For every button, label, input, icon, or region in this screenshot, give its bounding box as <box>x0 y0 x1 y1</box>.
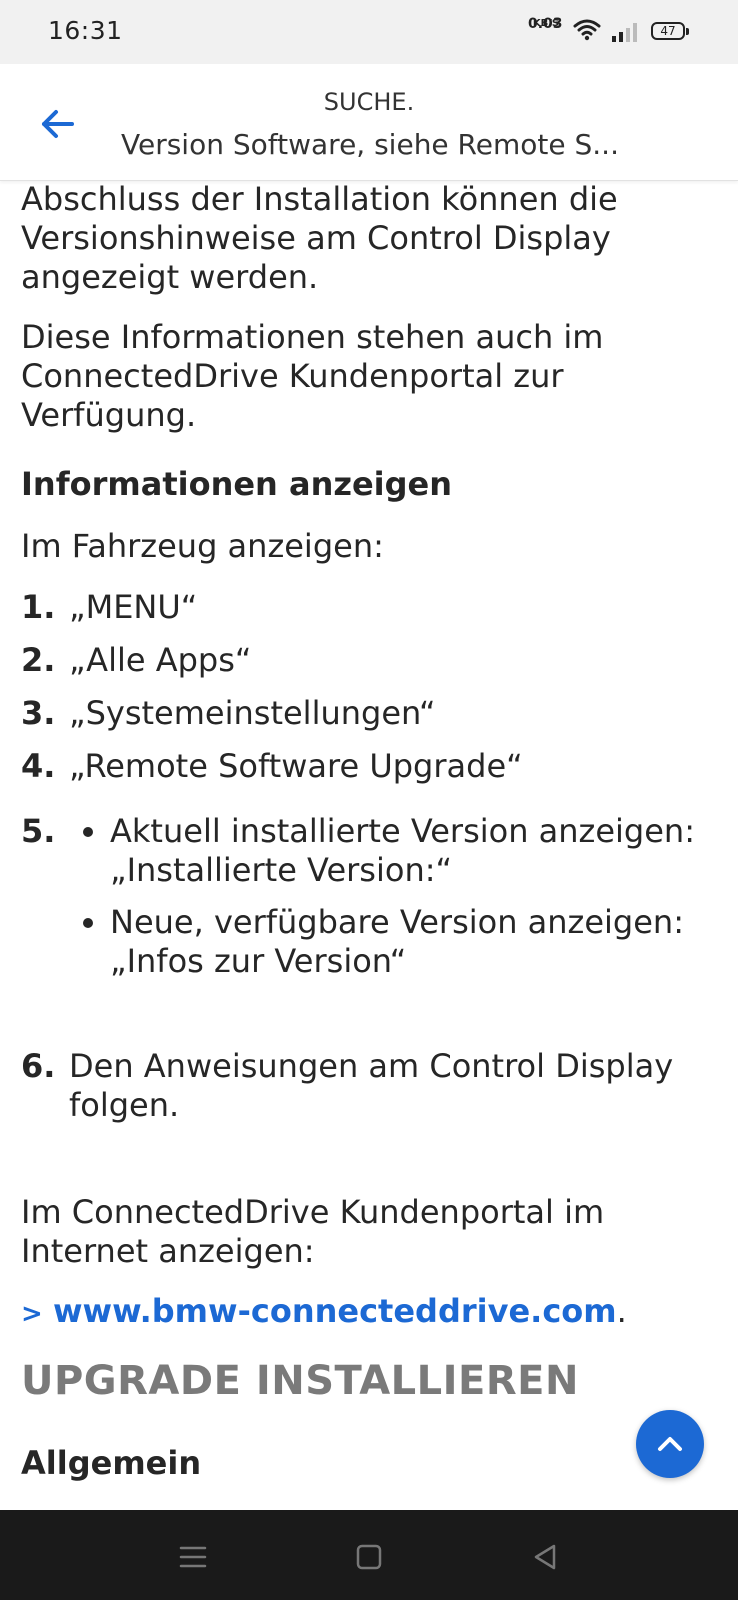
menu-icon[interactable] <box>178 1542 208 1572</box>
intro-line: Abschluss der Installation können die <box>21 180 618 218</box>
header-subtitle: SUCHE. <box>323 88 415 116</box>
intro-line: angezeigt werden. <box>21 258 319 296</box>
step-text: „Remote Software Upgrade“ <box>69 747 523 785</box>
step-number: 5. <box>21 812 56 850</box>
bullet-line: „Installierte Version:“ <box>110 851 453 889</box>
portal-line: ConnectedDrive Kundenportal zur <box>21 357 564 395</box>
link-text[interactable]: www.bmw-connecteddrive.com <box>53 1292 617 1330</box>
status-bar: 16:31 0.03 KB/S 47 <box>0 0 738 64</box>
bullet-icon <box>83 827 93 837</box>
step-text: Den Anweisungen am Control Display <box>69 1047 674 1085</box>
step-number: 3. <box>21 694 56 732</box>
intro-line: Versionshinweise am Control Display <box>21 219 611 257</box>
battery-icon: 47 <box>651 22 689 40</box>
signal-icon <box>612 22 640 46</box>
bullet-line: Neue, verfügbare Version anzeigen: <box>110 903 684 941</box>
network-speed-value: 0.03 <box>528 16 563 32</box>
step-text: folgen. <box>69 1086 180 1124</box>
external-link[interactable]: > www.bmw-connecteddrive.com. <box>21 1292 627 1334</box>
bullet-icon <box>83 918 93 928</box>
step-number: 2. <box>21 641 56 679</box>
step-number: 6. <box>21 1047 56 1085</box>
page-title: Version Software, siehe Remote S... <box>121 128 619 161</box>
sub-heading: Allgemein <box>21 1444 202 1482</box>
status-time: 16:31 <box>48 16 123 45</box>
internet-paragraph: Im ConnectedDrive Kundenportal im Intern… <box>21 1193 721 1271</box>
network-speed: 0.03 KB/S <box>528 16 564 32</box>
system-nav-bar <box>0 1510 738 1600</box>
intro-paragraph: Abschluss der Installation können die Ve… <box>21 180 721 297</box>
step-text: „MENU“ <box>69 588 198 626</box>
bullet-line: Aktuell installierte Version anzeigen: <box>110 812 695 850</box>
internet-line: Internet anzeigen: <box>21 1232 315 1270</box>
back-icon[interactable] <box>530 1542 560 1572</box>
home-icon[interactable] <box>354 1542 384 1572</box>
in-vehicle-label: Im Fahrzeug anzeigen: <box>21 527 384 565</box>
info-heading: Informationen anzeigen <box>21 465 453 503</box>
wifi-icon <box>573 19 601 45</box>
step-text: „Alle Apps“ <box>69 641 252 679</box>
step-text: „Systemeinstellungen“ <box>69 694 436 732</box>
chevron-right-icon: > <box>21 1299 43 1329</box>
link-suffix: . <box>616 1292 627 1330</box>
internet-line: Im ConnectedDrive Kundenportal im <box>21 1193 605 1231</box>
portal-line: Diese Informationen stehen auch im <box>21 318 604 356</box>
bullet-line: „Infos zur Version“ <box>110 942 407 980</box>
scroll-to-top-button[interactable] <box>636 1410 704 1478</box>
chevron-up-icon <box>658 1437 682 1451</box>
app-header: SUCHE. Version Software, siehe Remote S.… <box>0 64 738 181</box>
portal-paragraph: Diese Informationen stehen auch im Conne… <box>21 318 721 435</box>
step-number: 1. <box>21 588 56 626</box>
section-heading: UPGRADE INSTALLIEREN <box>21 1358 579 1404</box>
step-number: 4. <box>21 747 56 785</box>
portal-line: Verfügung. <box>21 396 197 434</box>
